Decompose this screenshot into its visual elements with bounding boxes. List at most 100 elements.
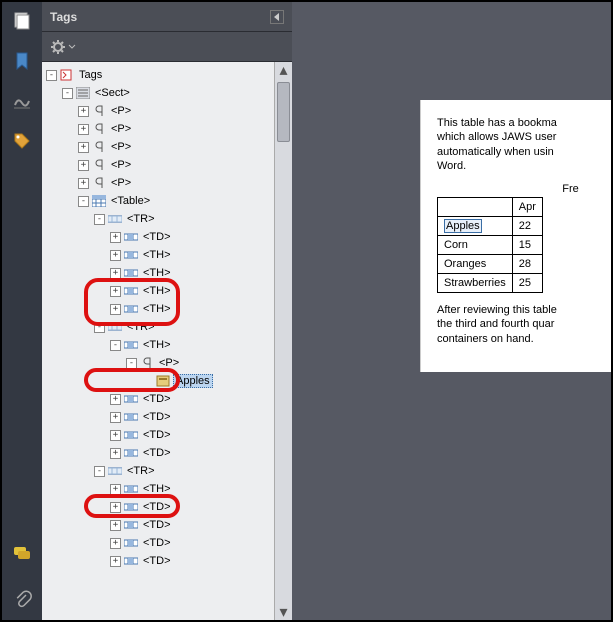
tree-p[interactable]: +<P>: [78, 156, 274, 174]
expander-icon[interactable]: -: [94, 322, 105, 333]
expander-icon[interactable]: +: [78, 160, 89, 171]
tree-td[interactable]: +<TD>: [110, 228, 274, 246]
expander-icon[interactable]: +: [110, 250, 121, 261]
tags-tree[interactable]: -Tags -<Sect> +<P> +<P> +<P> +<P> +<P>: [42, 62, 274, 620]
doc-cell: 15: [512, 236, 542, 255]
expander-icon[interactable]: -: [94, 214, 105, 225]
panel-collapse-button[interactable]: [270, 10, 284, 24]
tree-tr[interactable]: -<TR>: [94, 462, 274, 480]
panel-toolbar: [42, 32, 292, 62]
tree-scrollbar[interactable]: ▴ ▾: [274, 62, 292, 620]
expander-icon[interactable]: +: [110, 304, 121, 315]
options-gear-icon[interactable]: [50, 39, 76, 55]
doc-cell: [438, 198, 513, 217]
tree-td[interactable]: +<TD>: [110, 516, 274, 534]
tree-td[interactable]: +<TD>: [110, 534, 274, 552]
doc-cell: 28: [512, 255, 542, 274]
document-view[interactable]: This table has a bookma which allows JAW…: [292, 2, 611, 620]
signatures-icon[interactable]: [11, 90, 33, 112]
p-icon: [92, 177, 106, 189]
tree-th[interactable]: -<TH>: [110, 336, 274, 354]
expander-icon[interactable]: +: [110, 484, 121, 495]
tree-p[interactable]: +<P>: [78, 102, 274, 120]
tree-p[interactable]: +<P>: [78, 120, 274, 138]
tree-content-apples[interactable]: Apples: [142, 372, 274, 390]
document-page: This table has a bookma which allows JAW…: [420, 100, 611, 372]
expander-icon[interactable]: +: [110, 268, 121, 279]
p-icon: [140, 357, 154, 369]
tree-tr[interactable]: -<TR>: [94, 210, 274, 228]
expander-icon[interactable]: +: [110, 232, 121, 243]
tree-td[interactable]: +<TD>: [110, 444, 274, 462]
expander-icon[interactable]: -: [126, 358, 137, 369]
tree-th[interactable]: +<TH>: [110, 282, 274, 300]
scroll-thumb[interactable]: [277, 82, 290, 142]
tree-td[interactable]: +<TD>: [110, 408, 274, 426]
tree-th[interactable]: +<TH>: [110, 480, 274, 498]
tree-table[interactable]: -<Table>: [78, 192, 274, 210]
tr-icon: [108, 213, 122, 225]
p-icon: [92, 159, 106, 171]
expander-icon[interactable]: -: [110, 340, 121, 351]
comments-icon[interactable]: [11, 542, 33, 564]
doc-paragraph: This table has a bookma which allows JAW…: [437, 116, 611, 173]
tree-th[interactable]: +<TH>: [110, 264, 274, 282]
tree-td[interactable]: +<TD>: [110, 390, 274, 408]
attachments-icon[interactable]: [11, 588, 33, 610]
tree-tr[interactable]: -<TR>: [94, 318, 274, 336]
td-icon: [124, 429, 138, 441]
expander-icon[interactable]: +: [110, 286, 121, 297]
tree-td[interactable]: +<TD>: [110, 498, 274, 516]
pages-icon[interactable]: [11, 10, 33, 32]
expander-icon[interactable]: +: [110, 520, 121, 531]
doc-paragraph: After reviewing this table the third and…: [437, 303, 611, 346]
doc-cell: Oranges: [438, 255, 513, 274]
tree-sect[interactable]: -<Sect>: [62, 84, 274, 102]
expander-icon[interactable]: +: [110, 538, 121, 549]
tree-th[interactable]: +<TH>: [110, 300, 274, 318]
doc-cell: 25: [512, 274, 542, 293]
th-icon: [124, 303, 138, 315]
tags-tab-icon[interactable]: [11, 130, 33, 152]
panel-header: Tags: [42, 2, 292, 32]
tree-th[interactable]: +<TH>: [110, 246, 274, 264]
th-icon: [124, 267, 138, 279]
tree-p[interactable]: +<P>: [78, 138, 274, 156]
table-icon: [92, 195, 106, 207]
expander-icon[interactable]: +: [110, 502, 121, 513]
expander-icon[interactable]: -: [78, 196, 89, 207]
tree-td[interactable]: +<TD>: [110, 426, 274, 444]
expander-icon[interactable]: +: [78, 106, 89, 117]
tree-td[interactable]: +<TD>: [110, 552, 274, 570]
scroll-down-arrow-icon[interactable]: ▾: [275, 604, 292, 620]
expander-icon[interactable]: +: [78, 124, 89, 135]
tree-p[interactable]: +<P>: [78, 174, 274, 192]
p-icon: [92, 123, 106, 135]
th-icon: [124, 249, 138, 261]
expander-icon[interactable]: +: [110, 412, 121, 423]
expander-icon[interactable]: +: [110, 448, 121, 459]
tags-root-icon: [60, 69, 74, 81]
tree-p[interactable]: -<P>: [126, 354, 274, 372]
doc-cell: 22: [512, 217, 542, 236]
td-icon: [124, 447, 138, 459]
expander-icon[interactable]: -: [62, 88, 73, 99]
expander-icon[interactable]: +: [110, 430, 121, 441]
left-icon-strip: [2, 2, 42, 620]
highlighted-text: Apples: [444, 219, 482, 233]
expander-icon[interactable]: +: [78, 178, 89, 189]
expander-icon[interactable]: -: [46, 70, 57, 81]
td-icon: [124, 519, 138, 531]
expander-icon[interactable]: +: [110, 556, 121, 567]
selected-content-text: Apples: [173, 374, 213, 388]
content-box-icon: [156, 375, 170, 387]
expander-icon[interactable]: -: [94, 466, 105, 477]
expander-icon[interactable]: +: [78, 142, 89, 153]
scroll-up-arrow-icon[interactable]: ▴: [275, 62, 292, 78]
doc-cell: Corn: [438, 236, 513, 255]
tree-root[interactable]: -Tags: [46, 66, 274, 84]
th-icon: [124, 285, 138, 297]
expander-icon[interactable]: +: [110, 394, 121, 405]
bookmarks-icon[interactable]: [11, 50, 33, 72]
td-icon: [124, 411, 138, 423]
